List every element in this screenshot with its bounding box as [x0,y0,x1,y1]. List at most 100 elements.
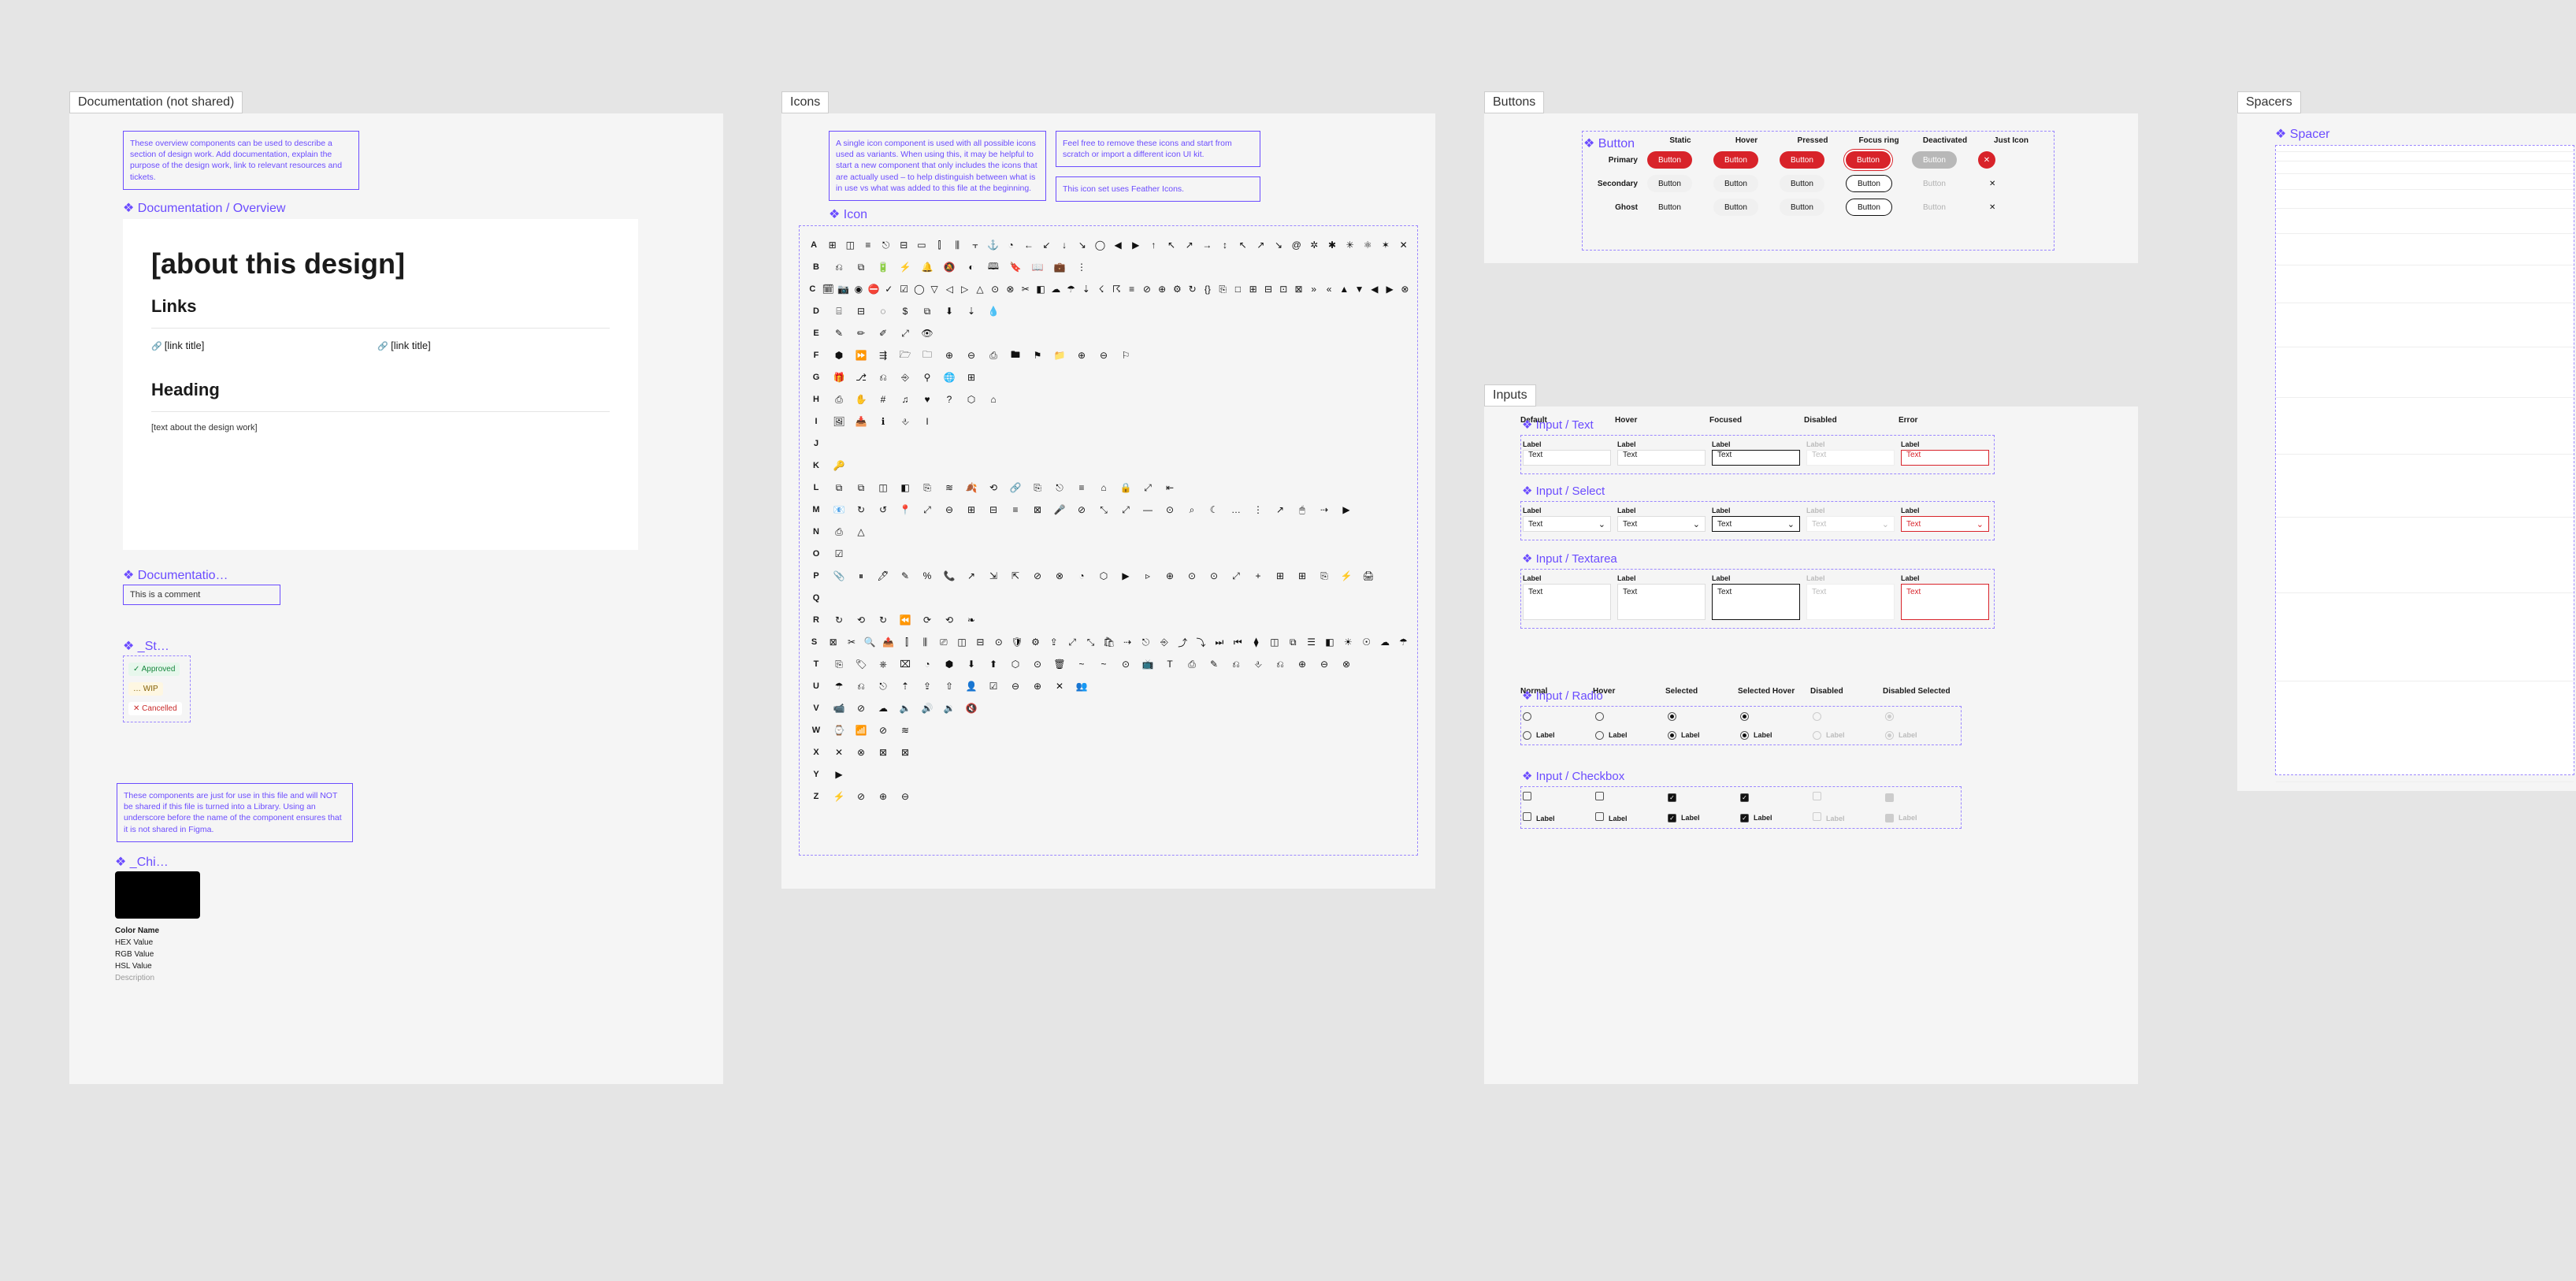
feather-icon[interactable]: ▶ [1115,570,1137,581]
component-label-checkbox[interactable]: Input / Checkbox [1522,769,1624,783]
feather-icon[interactable]: 📹 [828,703,850,714]
feather-icon[interactable]: ⚙ [1170,284,1185,295]
feather-icon[interactable]: ◯ [1091,239,1109,251]
component-label-text[interactable]: Input / Text [1522,418,1594,432]
feather-icon[interactable]: ≡ [859,239,878,251]
feather-icon[interactable]: ⟲ [850,615,872,626]
feather-icon[interactable]: ⚡ [894,262,916,273]
feather-icon[interactable]: @ [1287,239,1305,251]
feather-icon[interactable]: 🗑 [1049,659,1071,670]
component-label-status[interactable]: _St… [123,638,169,654]
feather-icon[interactable]: ⟳ [916,615,938,626]
feather-icon[interactable]: ⊙ [1159,504,1181,515]
feather-icon[interactable]: ◉ [851,284,866,295]
feather-icon[interactable]: ⊠ [1291,284,1306,295]
feather-icon[interactable]: ⎘ [1216,284,1230,295]
feather-icon[interactable]: 👁 [916,328,938,339]
feather-icon[interactable]: ↗ [1269,504,1291,515]
feather-icon[interactable]: ⧉ [1284,637,1302,648]
feather-icon[interactable]: — [1137,504,1159,515]
component-label-select[interactable]: Input / Select [1522,484,1605,498]
feather-icon[interactable]: 🖿 [1004,347,1026,364]
feather-icon[interactable]: ← [1020,239,1038,251]
component-label-button[interactable]: Button [1583,136,1635,151]
button-primary-focus[interactable]: Button [1846,151,1891,169]
feather-icon[interactable]: 🗀 [916,347,938,364]
feather-icon[interactable]: ⏪ [894,615,916,626]
feather-icon[interactable]: ⤡ [1082,637,1100,648]
textarea-input-error[interactable]: Text [1901,584,1989,620]
feather-icon[interactable]: {} [1200,284,1215,295]
feather-icon[interactable]: ⇢ [1119,637,1137,648]
feather-icon[interactable]: ☂ [828,681,850,692]
feather-icon[interactable]: ⟲ [938,615,960,626]
feather-icon[interactable]: ⤡ [1093,504,1115,516]
check-selected-labeled[interactable] [1668,814,1676,822]
feather-icon[interactable]: ⬇ [938,306,960,317]
feather-icon[interactable]: ◔ [1071,570,1093,581]
feather-icon[interactable]: ⊖ [1004,681,1026,692]
feather-icon[interactable]: ⤴ [1174,636,1192,649]
feather-icon[interactable]: ⊞ [1245,284,1260,295]
text-input-default[interactable]: Text [1523,450,1611,466]
component-label-comment[interactable]: Documentatio… [123,567,228,583]
feather-icon[interactable]: ⊗ [1003,284,1018,295]
feather-icon[interactable]: 🛡 [1008,637,1026,648]
feather-icon[interactable]: ? [938,394,960,405]
radio-hover-labeled[interactable] [1595,731,1604,740]
feather-icon[interactable]: ⊟ [850,306,872,317]
feather-icon[interactable]: ⊘ [850,703,872,714]
feather-icon[interactable]: 📷 [836,284,851,295]
feather-icon[interactable]: ⇲ [982,570,1004,581]
feather-icon[interactable]: ☑ [828,548,850,559]
feather-icon[interactable]: ⊙ [989,637,1008,648]
feather-icon[interactable]: ⎈ [872,659,894,670]
feather-icon[interactable]: 🔒 [1115,482,1137,493]
feather-icon[interactable]: ✐ [872,328,894,339]
feather-icon[interactable]: 👥 [1071,681,1093,692]
feather-icon[interactable]: ⤢ [1063,637,1081,648]
button-ghost-static[interactable]: Button [1647,199,1692,216]
feather-icon[interactable]: ⎙ [982,350,1004,362]
feather-icon[interactable]: ⎋ [1137,637,1155,648]
feather-icon[interactable]: ◧ [894,482,916,493]
feather-icon[interactable]: ⎆ [894,372,916,384]
feather-icon[interactable]: ~ [1093,659,1115,670]
feather-icon[interactable]: ⊖ [1313,659,1335,670]
feather-icon[interactable]: ☀ [1339,637,1357,648]
button-primary-pressed[interactable]: Button [1780,151,1824,169]
feather-icon[interactable]: ☑ [896,284,911,295]
feather-icon[interactable]: ⌂ [1093,482,1115,493]
feather-icon[interactable]: ⚐ [1115,350,1137,361]
feather-icon[interactable]: 🔑 [828,460,850,471]
feather-icon[interactable]: ☁ [872,703,894,714]
feather-icon[interactable]: ⎆ [1155,637,1173,648]
feather-icon[interactable]: ⎚ [934,637,952,648]
feather-icon[interactable]: ⊗ [1335,659,1357,670]
component-label-spacer[interactable]: Spacer [2275,126,2330,142]
feather-icon[interactable]: ⊡ [1276,284,1291,295]
radio-selected-hover[interactable] [1740,712,1749,721]
feather-icon[interactable]: ⊠ [872,747,894,758]
feather-icon[interactable]: ◐ [960,262,982,273]
feather-icon[interactable]: ✶ [1377,239,1395,251]
check-hover-labeled[interactable] [1595,812,1604,821]
feather-icon[interactable]: ⎀ [1247,659,1269,670]
feather-icon[interactable]: ⌧ [894,659,916,670]
select-input-focused[interactable]: Text [1712,516,1800,532]
feather-icon[interactable]: ↑ [1145,239,1163,251]
feather-icon[interactable]: + [1247,570,1269,581]
feather-icon[interactable]: ↘ [1270,239,1288,251]
feather-icon[interactable]: ⊘ [1026,570,1049,581]
feather-icon[interactable]: ⚛ [1359,239,1377,251]
feather-icon[interactable]: ⋮ [1247,504,1269,515]
feather-icon[interactable]: ⬆ [982,659,1004,670]
feather-icon[interactable]: ⤵ [1192,636,1210,649]
button-secondary-icon[interactable]: ✕ [1978,175,2006,192]
feather-icon[interactable]: ▭ [913,239,931,251]
feather-icon[interactable]: ⊙ [1203,570,1225,581]
feather-icon[interactable]: 🌐 [938,372,960,383]
feather-icon[interactable]: 🔊 [916,703,938,714]
feather-icon[interactable]: ☇ [1093,284,1108,295]
feather-icon[interactable]: ▶ [1382,284,1397,295]
